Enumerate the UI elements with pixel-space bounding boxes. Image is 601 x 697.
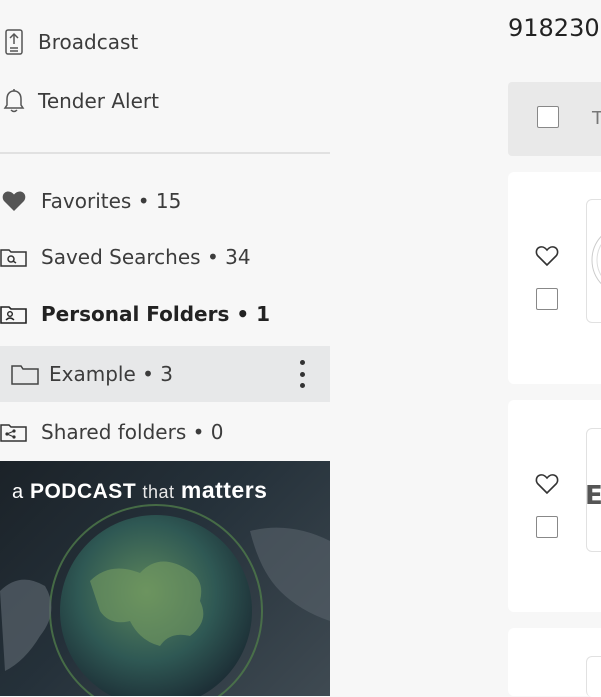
thumbnail-image [591,235,601,285]
bell-icon [0,87,28,115]
folder-item-favorites[interactable]: Favorites • 15 [0,173,330,229]
main-content: 918230 T E [330,0,601,697]
banner-word-matters: matters [180,477,268,503]
folder-item-label: Personal Folders • 1 [41,302,271,326]
nav-item-label: Broadcast [38,30,139,54]
folder-item-personal-folders[interactable]: Personal Folders • 1 [0,286,330,342]
more-options-icon[interactable] [292,360,312,388]
nav-item-tender-alert[interactable]: Tender Alert [0,87,159,115]
toolbar-label: T [592,108,601,129]
favorite-heart-icon[interactable] [535,473,559,497]
result-card[interactable] [508,628,601,697]
shared-folder-icon [0,422,28,442]
banner-title: a PODCAST that matters [12,477,267,504]
record-count: 918230 [508,14,600,42]
podcast-banner[interactable]: a PODCAST that matters [0,461,330,696]
card-thumbnail[interactable]: E [586,428,601,552]
favorite-heart-icon[interactable] [535,245,559,269]
select-card-checkbox[interactable] [536,288,558,310]
card-thumbnail[interactable] [586,656,601,697]
folder-item-label: Example • 3 [49,362,174,386]
folder-item-saved-searches[interactable]: Saved Searches • 34 [0,229,330,285]
result-card[interactable]: E [508,400,601,612]
heart-icon [0,190,28,212]
banner-word-podcast: PODCAST [29,480,137,503]
folder-icon [11,363,39,385]
select-card-checkbox[interactable] [536,516,558,538]
banner-word-a: a [12,481,24,503]
folder-item-label: Favorites • 15 [41,189,182,213]
banner-word-that: that [142,482,175,502]
broadcast-icon [0,28,28,56]
result-card[interactable] [508,172,601,384]
card-thumbnail[interactable] [586,199,601,323]
folder-item-example[interactable]: Example • 3 [0,346,330,402]
select-all-checkbox[interactable] [537,106,559,128]
thumbnail-text: E [587,481,601,511]
folder-item-label: Shared folders • 0 [41,420,224,444]
sidebar-divider [0,152,330,154]
nav-item-label: Tender Alert [38,89,159,113]
saved-search-icon [0,247,28,267]
results-toolbar: T [508,82,601,156]
personal-folder-icon [0,304,28,324]
nav-item-broadcast[interactable]: Broadcast [0,28,138,56]
folder-item-label: Saved Searches • 34 [41,245,251,269]
folder-item-shared-folders[interactable]: Shared folders • 0 [0,404,330,460]
sidebar: Broadcast Tender Alert Favorites • 15 Sa… [0,0,330,696]
